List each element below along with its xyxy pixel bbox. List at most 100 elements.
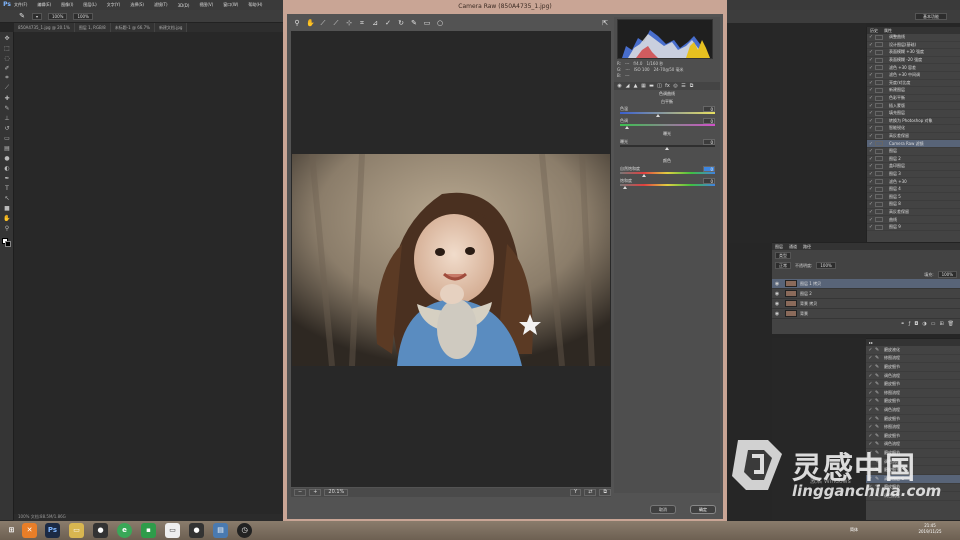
action-item[interactable]: ✓ ✎ 磨皮液化 — [866, 346, 960, 355]
tab-channels[interactable]: 通道 — [786, 243, 800, 250]
action-item[interactable]: ✓ ✎ 磨皮细节 — [866, 363, 960, 372]
tone-curve-tab-icon[interactable]: ◢ — [624, 83, 631, 89]
hand-icon[interactable]: ✋ — [306, 19, 315, 27]
checkmark-icon[interactable]: ✓ — [867, 103, 875, 109]
browser-icon[interactable]: e — [117, 523, 132, 538]
history-brush-tool-icon[interactable]: ↺ — [2, 124, 12, 132]
hsl-tab-icon[interactable]: ▦ — [640, 83, 647, 89]
history-item[interactable]: ✓ 新建图层 — [867, 87, 960, 95]
pen-tool-icon[interactable]: ✒ — [2, 174, 12, 182]
group-icon[interactable]: ▭ — [931, 321, 936, 327]
checkmark-icon[interactable]: ✓ — [867, 171, 875, 177]
dialog-toggle[interactable] — [875, 95, 883, 101]
checkmark-icon[interactable]: ✓ — [866, 407, 875, 413]
menu-help[interactable]: 帮助(H) — [248, 2, 262, 8]
dialog-toggle[interactable] — [875, 49, 883, 55]
folder-icon[interactable]: ▭ — [69, 523, 84, 538]
checkmark-icon[interactable]: ✓ — [867, 72, 875, 78]
slider-value[interactable]: 0 — [703, 166, 715, 172]
targeted-adjust-icon[interactable]: ⊹ — [345, 19, 353, 27]
checkmark-icon[interactable]: ✓ — [867, 87, 875, 93]
slider-thumb[interactable] — [625, 126, 629, 129]
tab-layers[interactable]: 图层 — [772, 243, 786, 250]
action-item[interactable]: ✓ ✎ 磨皮细节 — [866, 380, 960, 389]
history-item[interactable]: ✓ 高反差保留 — [867, 209, 960, 217]
layer-row[interactable]: ◉ 背景 拷贝 — [772, 299, 960, 309]
dialog-toggle[interactable] — [875, 57, 883, 63]
history-item[interactable]: ✓ 表面模糊 +30 强度 — [867, 49, 960, 57]
dodge-tool-icon[interactable]: ◐ — [2, 164, 12, 172]
dialog-toggle[interactable] — [875, 141, 883, 147]
adjustment-brush-icon[interactable]: ✎ — [410, 19, 418, 27]
qq-icon[interactable]: ● — [93, 523, 108, 538]
dialog-toggle[interactable] — [875, 110, 883, 116]
crop-tool-icon[interactable]: ⌗ — [2, 74, 12, 82]
type-tool-icon[interactable]: T — [2, 184, 12, 192]
dialog-toggle[interactable] — [875, 201, 883, 207]
checkmark-icon[interactable]: ✓ — [867, 110, 875, 116]
color-sampler-icon[interactable]: ⟋ — [332, 19, 340, 27]
eye-icon[interactable]: ◉ — [772, 291, 782, 297]
zoom-tool-icon[interactable]: ⚲ — [2, 224, 12, 232]
zoom-level-select[interactable]: 20.1% — [324, 489, 349, 496]
history-item[interactable]: ✓ 智能锐化 — [867, 125, 960, 133]
trash-icon[interactable]: 🗑 — [948, 321, 954, 327]
zoom-icon[interactable]: ⚲ — [293, 19, 301, 27]
document-canvas[interactable] — [14, 32, 284, 520]
checkmark-icon[interactable]: ✓ — [867, 80, 875, 86]
dialog-toggle[interactable] — [875, 80, 883, 86]
vibrance-slider-track[interactable] — [620, 172, 715, 174]
dialog-toggle[interactable] — [875, 179, 883, 185]
remote-desktop-icon[interactable]: ▤ — [213, 523, 228, 538]
dialog-toggle[interactable] — [875, 156, 883, 162]
checkmark-icon[interactable]: ✓ — [867, 57, 875, 63]
menu-select[interactable]: 选择(S) — [130, 2, 144, 8]
dialog-toggle[interactable] — [875, 224, 883, 230]
ok-button[interactable]: 确定 — [690, 505, 716, 514]
eye-icon[interactable]: ◉ — [772, 311, 782, 317]
calibration-tab-icon[interactable]: ◎ — [672, 83, 679, 89]
checkmark-icon[interactable]: ✓ — [866, 373, 875, 379]
brush-tool-icon[interactable]: ✎ — [18, 12, 26, 20]
brush-preset-picker[interactable]: ▾ — [32, 12, 43, 20]
stamp-tool-icon[interactable]: ⊥ — [2, 114, 12, 122]
history-item[interactable]: ✓ Camera Raw 滤镜 — [867, 140, 960, 148]
checkmark-icon[interactable]: ✓ — [866, 398, 875, 404]
layer-row[interactable]: ◉ 背景 — [772, 309, 960, 319]
brush-tool-icon[interactable]: ✎ — [2, 104, 12, 112]
history-item[interactable]: ✓ 亮度/对比度 — [867, 80, 960, 88]
hand-tool-icon[interactable]: ✋ — [2, 214, 12, 222]
link-layers-icon[interactable]: ⚭ — [900, 321, 904, 327]
ime-indicator[interactable]: 简体 — [850, 527, 858, 532]
dialog-toggle[interactable] — [875, 133, 883, 139]
action-item[interactable]: ✓ ✎ 修图流程 — [866, 423, 960, 432]
history-item[interactable]: ✓ 图层 5 — [867, 193, 960, 202]
checkmark-icon[interactable]: ✓ — [867, 163, 875, 169]
checkmark-icon[interactable]: ✓ — [866, 424, 875, 430]
checkmark-icon[interactable]: ✓ — [867, 34, 875, 40]
eyedropper-tool-icon[interactable]: ⟋ — [2, 84, 12, 92]
layer-kind-filter[interactable]: 类型 — [775, 252, 791, 259]
checkmark-icon[interactable]: ✓ — [866, 433, 875, 439]
marquee-tool-icon[interactable]: ⬚ — [2, 44, 12, 52]
history-item[interactable]: ✓ 插入蒙版 — [867, 102, 960, 110]
saturation-slider-track[interactable] — [620, 184, 715, 186]
checkmark-icon[interactable]: ✓ — [867, 125, 875, 131]
menu-window[interactable]: 窗口(W) — [223, 2, 238, 8]
tab-properties[interactable]: 属性 — [881, 27, 895, 34]
dialog-toggle[interactable] — [875, 163, 883, 169]
workspace-switcher[interactable]: 基本功能 — [915, 13, 947, 20]
gradient-tool-icon[interactable]: ▤ — [2, 144, 12, 152]
new-layer-icon[interactable]: ⊞ — [939, 321, 943, 327]
history-item[interactable]: ✓ 滤色 +30 中间调 — [867, 72, 960, 80]
spot-removal-icon[interactable]: ✓ — [384, 19, 392, 27]
shape-tool-icon[interactable]: ■ — [2, 204, 12, 212]
slider-value[interactable]: 0 — [703, 139, 715, 145]
tint-slider-track[interactable] — [620, 124, 715, 126]
lens-tab-icon[interactable]: ◫ — [656, 83, 663, 89]
action-item[interactable]: ✓ ✎ 调色流程 — [866, 406, 960, 415]
eye-icon[interactable]: ◉ — [772, 301, 782, 307]
checkmark-icon[interactable]: ✓ — [866, 347, 875, 353]
qq-icon[interactable]: ● — [189, 523, 204, 538]
straighten-icon[interactable]: ⊿ — [371, 19, 379, 27]
